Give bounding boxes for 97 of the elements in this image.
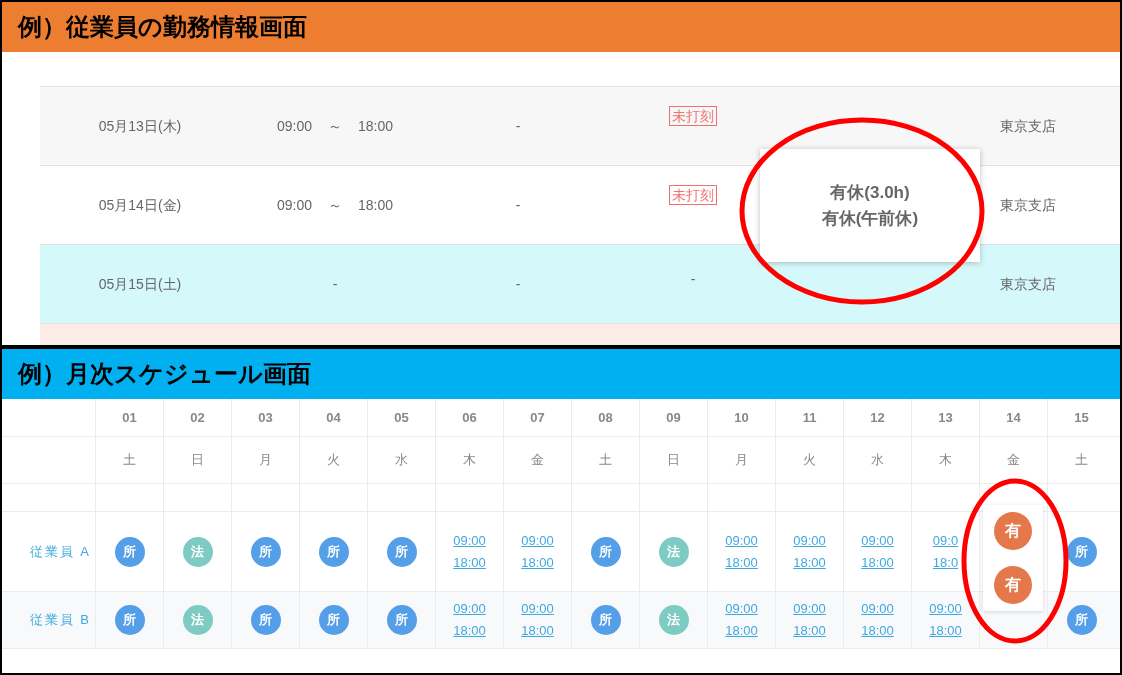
weekday-text: 火 bbox=[803, 451, 816, 470]
day-number: 07 bbox=[530, 408, 545, 427]
date-text: 05月14日(金) bbox=[97, 195, 183, 215]
status-tag: 未打刻 bbox=[669, 106, 717, 126]
time-link[interactable]: 09:00 bbox=[793, 529, 826, 552]
weekday-text: 木 bbox=[939, 451, 952, 470]
location-text: 東京支店 bbox=[999, 274, 1057, 294]
status-badge: 法 bbox=[658, 605, 689, 635]
status-badge: 法 bbox=[182, 605, 213, 635]
time-link[interactable]: 09:00 bbox=[521, 529, 554, 552]
day-number: 11 bbox=[802, 408, 817, 427]
time-link[interactable]: 09:00 bbox=[453, 529, 486, 552]
end-time: 18:00 bbox=[358, 116, 394, 136]
time-link[interactable]: 09:00 bbox=[725, 529, 758, 552]
location-text: 東京支店 bbox=[999, 116, 1057, 136]
day-number: 04 bbox=[326, 408, 341, 427]
end-time: 18:00 bbox=[358, 195, 394, 215]
status-tag: 未打刻 bbox=[669, 185, 717, 205]
weekday-text: 月 bbox=[735, 451, 748, 470]
time-link[interactable]: 09:00 bbox=[861, 529, 894, 552]
day-number: 10 bbox=[734, 408, 749, 427]
time-text: - bbox=[332, 274, 338, 294]
leave-text: 有休(午前休) bbox=[821, 207, 919, 230]
status-badge: 法 bbox=[658, 536, 689, 567]
time-link[interactable]: 18:00 bbox=[521, 551, 554, 574]
status-badge: 所 bbox=[1066, 605, 1097, 635]
time-link[interactable]: 18:00 bbox=[861, 620, 894, 642]
time-link[interactable]: 09:00 bbox=[793, 598, 826, 620]
time-link[interactable]: 18:00 bbox=[725, 620, 758, 642]
status-badge: 所 bbox=[114, 536, 145, 567]
time-link[interactable]: 09:00 bbox=[521, 598, 554, 620]
status-badge: 所 bbox=[250, 536, 281, 567]
weekday-text: 日 bbox=[667, 451, 680, 470]
section-header: 例）月次スケジュール画面 bbox=[2, 349, 1120, 399]
status-badge: 法 bbox=[182, 536, 213, 567]
day-number: 12 bbox=[870, 408, 885, 427]
tilde-text: ～ bbox=[328, 116, 342, 136]
weekday-text: 金 bbox=[1007, 451, 1020, 470]
weekday-text: 土 bbox=[599, 451, 612, 470]
time-link[interactable]: 09:00 bbox=[929, 598, 962, 620]
weekday-text: 水 bbox=[871, 451, 884, 470]
leave-badge: 有 bbox=[994, 512, 1032, 550]
tilde-text: ～ bbox=[328, 195, 342, 215]
status-badge: 所 bbox=[590, 605, 621, 635]
status-badge: 所 bbox=[250, 605, 281, 635]
status-badge: 所 bbox=[318, 605, 349, 635]
time-link[interactable]: 09:00 bbox=[861, 598, 894, 620]
day-number: 15 bbox=[1074, 408, 1089, 427]
date-text: 05月13日(木) bbox=[97, 116, 183, 136]
status-badge: 所 bbox=[318, 536, 349, 567]
table-cell-text: - bbox=[690, 269, 696, 289]
weekday-text: 土 bbox=[123, 451, 136, 470]
status-badge: 所 bbox=[1066, 536, 1097, 567]
status-badge: 所 bbox=[590, 536, 621, 567]
employee-name[interactable]: 従業員 B bbox=[29, 610, 91, 630]
employee-name[interactable]: 従業員 A bbox=[29, 541, 91, 562]
day-number: 03 bbox=[258, 408, 273, 427]
day-number: 06 bbox=[462, 408, 477, 427]
time-link[interactable]: 18:00 bbox=[861, 551, 894, 574]
time-link[interactable]: 18:00 bbox=[453, 551, 486, 574]
location-text: 東京支店 bbox=[999, 195, 1057, 215]
weekday-text: 金 bbox=[531, 451, 544, 470]
table-cell-text: - bbox=[514, 274, 522, 294]
weekday-text: 土 bbox=[1075, 451, 1088, 470]
time-link[interactable]: 09:00 bbox=[453, 598, 486, 620]
day-number: 02 bbox=[190, 408, 205, 427]
start-time: 09:00 bbox=[276, 116, 312, 136]
leave-badge: 有 bbox=[994, 566, 1032, 604]
time-link[interactable]: 18:00 bbox=[725, 551, 758, 574]
day-number: 08 bbox=[598, 408, 613, 427]
day-number: 09 bbox=[666, 408, 681, 427]
time-link[interactable]: 18:00 bbox=[929, 620, 962, 642]
section-header: 例）従業員の勤務情報画面 bbox=[2, 2, 1120, 52]
day-number: 14 bbox=[1006, 408, 1021, 427]
weekday-text: 水 bbox=[395, 451, 408, 470]
time-link[interactable]: 18:0 bbox=[932, 551, 959, 574]
status-badge: 所 bbox=[386, 536, 417, 567]
time-link[interactable]: 09:0 bbox=[932, 529, 959, 552]
weekday-text: 火 bbox=[327, 451, 340, 470]
time-link[interactable]: 18:00 bbox=[793, 620, 826, 642]
weekday-text: 木 bbox=[463, 451, 476, 470]
table-cell-text: - bbox=[514, 116, 522, 136]
day-number: 05 bbox=[394, 408, 409, 427]
time-link[interactable]: 09:00 bbox=[725, 598, 758, 620]
weekday-text: 月 bbox=[259, 451, 272, 470]
day-number: 13 bbox=[938, 408, 953, 427]
status-badge: 所 bbox=[114, 605, 145, 635]
weekday-text: 日 bbox=[191, 451, 204, 470]
table-cell-text: - bbox=[514, 195, 522, 215]
time-link[interactable]: 18:00 bbox=[453, 620, 486, 642]
time-link[interactable]: 18:00 bbox=[793, 551, 826, 574]
leave-text: 有休(3.0h) bbox=[830, 181, 910, 204]
status-badge: 所 bbox=[386, 605, 417, 635]
time-link[interactable]: 18:00 bbox=[521, 620, 554, 642]
date-text: 05月15日(土) bbox=[97, 274, 183, 294]
day-number: 01 bbox=[122, 408, 137, 427]
start-time: 09:00 bbox=[276, 195, 312, 215]
